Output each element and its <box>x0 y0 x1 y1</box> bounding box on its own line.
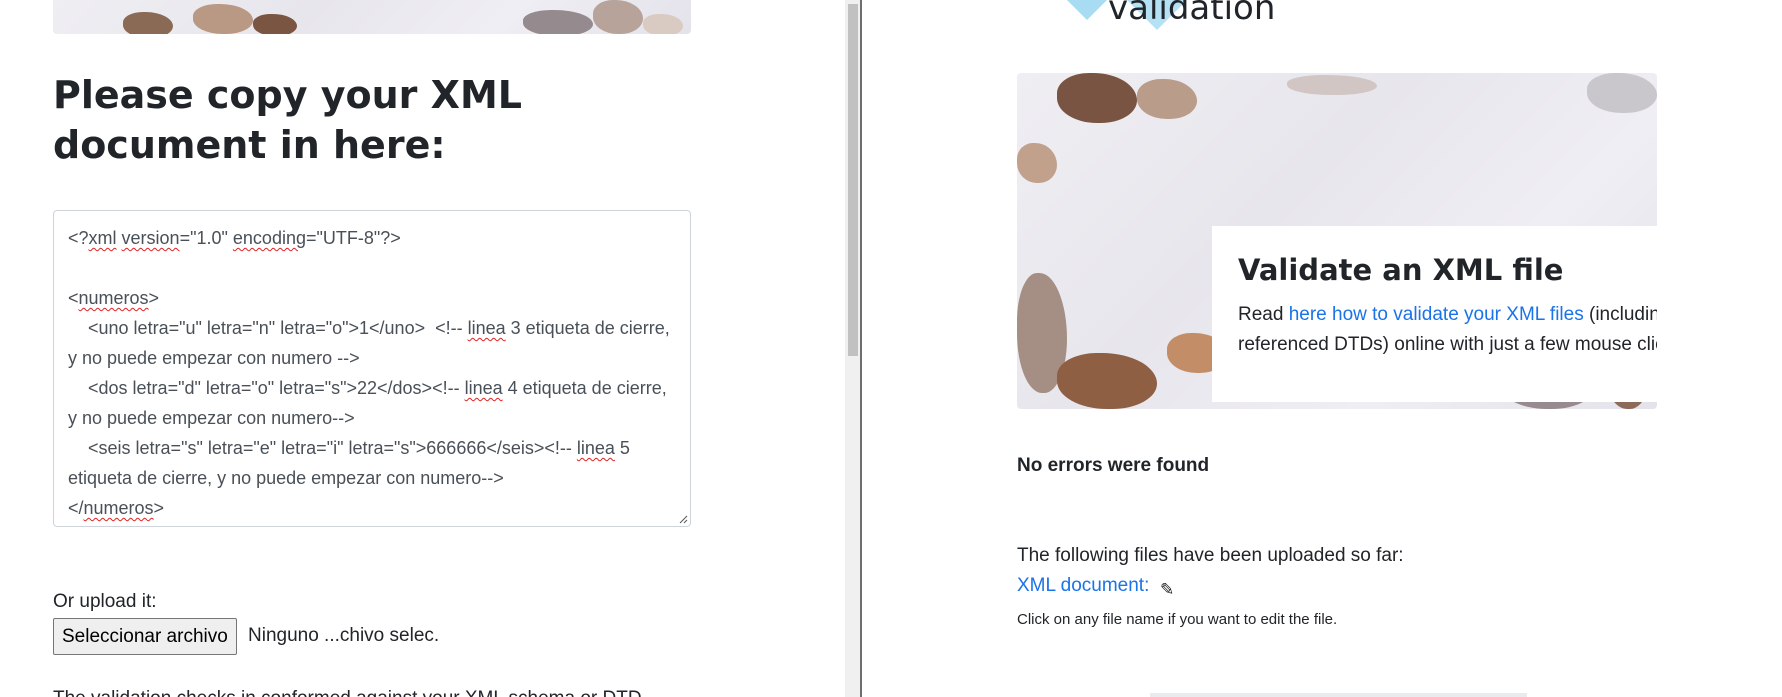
card-text-before: Read <box>1238 304 1289 325</box>
how-to-validate-link[interactable]: here how to validate your XML files <box>1289 304 1584 325</box>
site-header-text: validation <box>1108 0 1276 28</box>
right-pane: validation Validate an XML file Read her… <box>862 0 1782 697</box>
xml-document-link[interactable]: XML document: <box>1017 575 1149 597</box>
left-pane-scrollbar[interactable] <box>845 0 862 697</box>
upload-label: Or upload it: <box>53 591 157 612</box>
xml-line-7: </numeros> <box>68 498 165 518</box>
xml-input-textarea[interactable]: <?xml version="1.0" encoding="UTF-8"?> <… <box>53 210 691 527</box>
bottom-divider <box>1150 693 1527 697</box>
xml-line-6: <seis letra="s" letra="e" letra="i" letr… <box>68 438 635 488</box>
file-status-text: Ninguno ...chivo selec. <box>248 625 440 646</box>
xml-line-4: <uno letra="u" letra="n" letra="o">1</un… <box>68 318 675 368</box>
scrollbar-thumb[interactable] <box>848 4 858 356</box>
card-title: Validate an XML file <box>1238 253 1564 287</box>
select-file-button[interactable]: Seleccionar archivo <box>53 618 237 655</box>
xml-line-3: <numeros> <box>68 288 160 308</box>
xml-line-5: <dos letra="d" letra="o" letra="s">22</d… <box>68 378 672 428</box>
xml-line-1: <?xml version="1.0" encoding="UTF-8"?> <box>68 228 401 248</box>
validate-card: Validate an XML file Read here how to va… <box>1212 226 1657 402</box>
resize-grip-icon[interactable] <box>678 514 688 524</box>
left-pane: Please copy your XML document in here: <… <box>0 0 845 697</box>
card-text: Read here how to validate your XML files… <box>1238 300 1657 360</box>
files-hint-text: Click on any file name if you want to ed… <box>1017 611 1338 628</box>
uploaded-files-intro: The following files have been uploaded s… <box>1017 545 1404 566</box>
page-title: Please copy your XML document in here: <box>53 73 522 167</box>
pencil-icon[interactable]: ✎ <box>1160 580 1174 600</box>
no-errors-message: No errors were found <box>1017 455 1210 476</box>
validation-info-text: The validation checks in conformed again… <box>53 688 642 697</box>
top-banner-image <box>53 0 691 34</box>
hero-background-image: Validate an XML file Read here how to va… <box>1017 73 1657 409</box>
